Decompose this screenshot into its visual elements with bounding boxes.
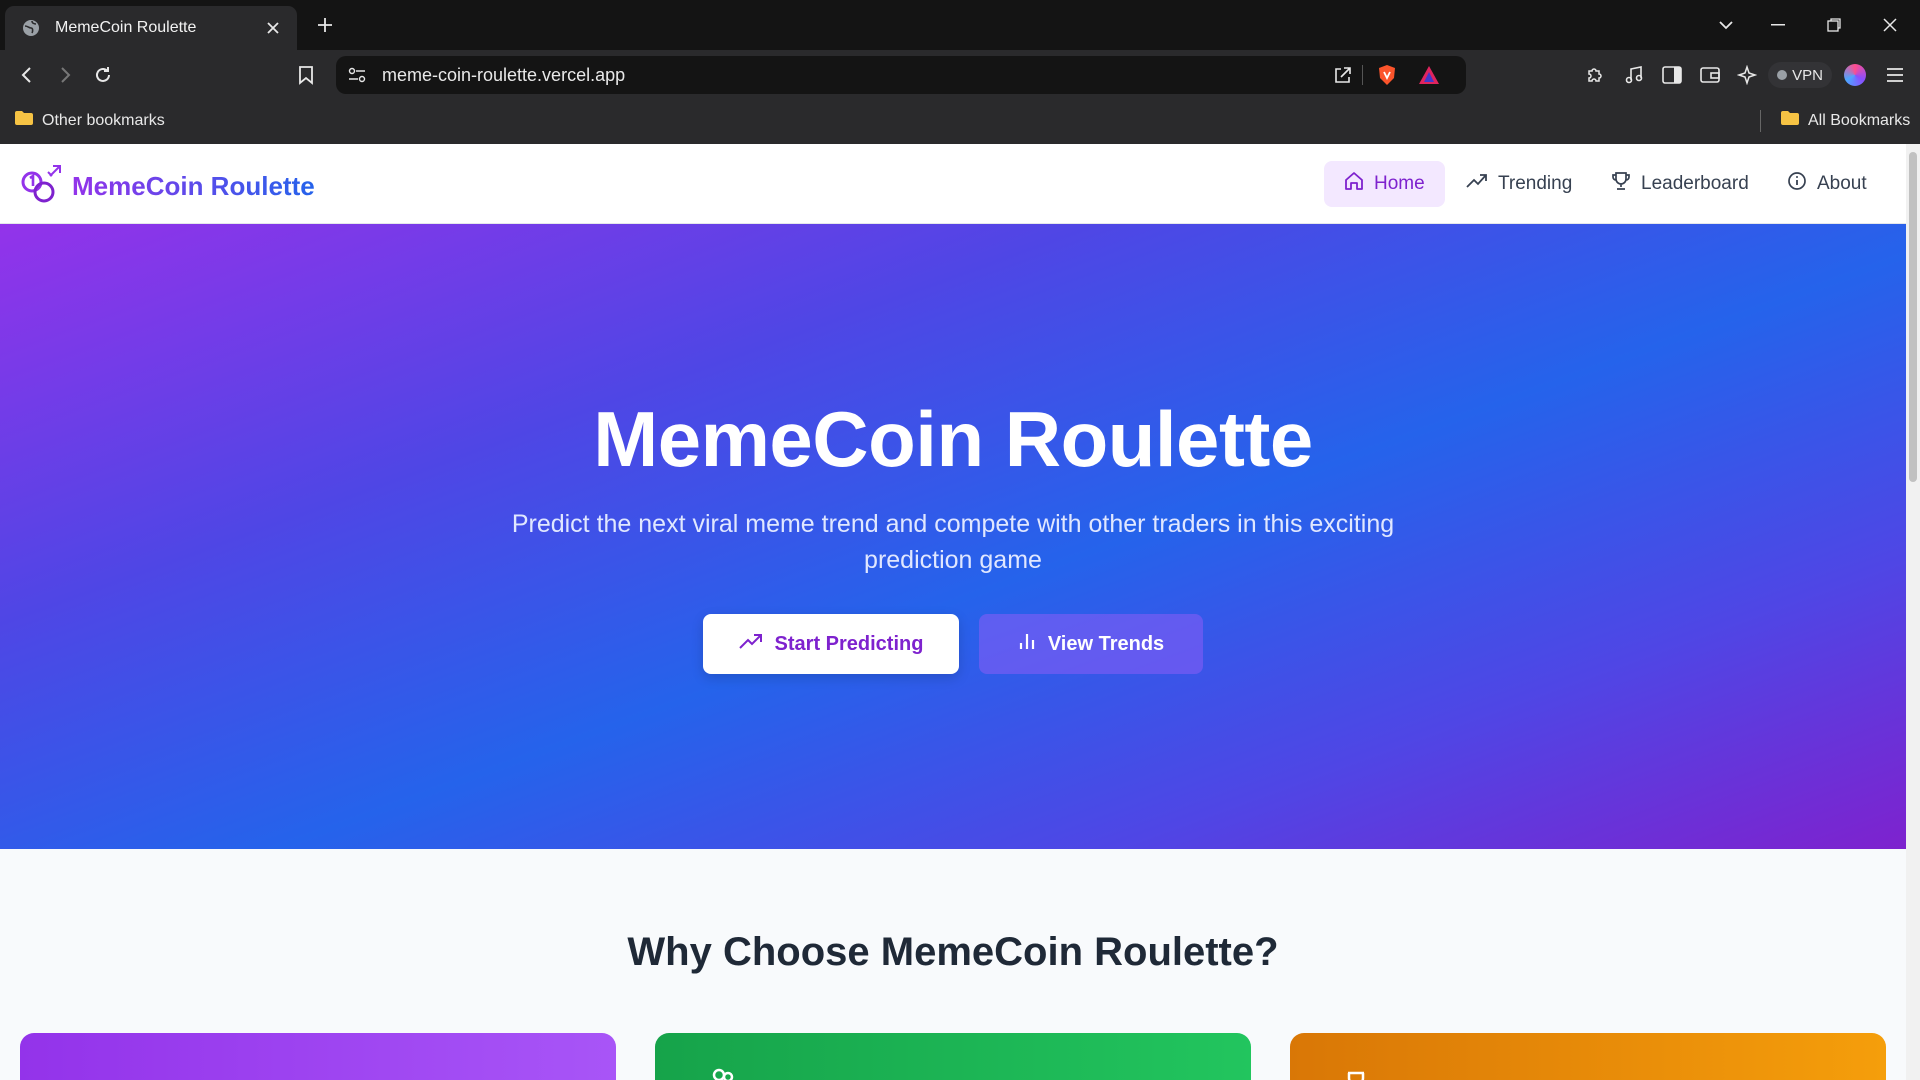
restore-icon[interactable] [1814, 10, 1854, 40]
close-window-icon[interactable] [1870, 10, 1910, 40]
wallet-icon[interactable] [1695, 60, 1725, 90]
browser-tab-strip: MemeCoin Roulette [0, 0, 1920, 50]
start-predicting-label: Start Predicting [774, 632, 924, 655]
sidebar-icon[interactable] [1657, 60, 1687, 90]
users-icon [705, 1063, 737, 1080]
vpn-label: VPN [1792, 66, 1823, 84]
nav-home[interactable]: Home [1324, 161, 1445, 207]
info-icon [1787, 171, 1807, 197]
all-bookmarks-label: All Bookmarks [1808, 111, 1911, 129]
site-settings-icon[interactable] [346, 64, 368, 86]
tab-title: MemeCoin Roulette [55, 19, 197, 36]
trophy-icon [1340, 1063, 1372, 1080]
start-predicting-button[interactable]: Start Predicting [703, 614, 959, 674]
browser-tab[interactable]: MemeCoin Roulette [5, 6, 297, 50]
brave-shields-icon[interactable] [1374, 62, 1400, 88]
nav-trending[interactable]: Trending [1446, 161, 1592, 207]
nav-home-label: Home [1374, 173, 1425, 194]
page-viewport: MemeCoin Roulette Home Trending Leaderbo… [0, 144, 1920, 1080]
nav-trending-label: Trending [1498, 173, 1573, 194]
vpn-status-icon [1777, 70, 1788, 80]
folder-icon [1780, 110, 1800, 131]
scrollbar-thumb[interactable] [1909, 152, 1917, 482]
trending-up-icon [738, 633, 763, 656]
url-text[interactable]: meme-coin-roulette.vercel.app [382, 65, 625, 86]
features-section-title: Why Choose MemeCoin Roulette? [627, 930, 1279, 974]
view-trends-button[interactable]: View Trends [979, 614, 1203, 674]
forward-arrow-icon[interactable] [50, 60, 80, 90]
nav-leaderboard-label: Leaderboard [1641, 173, 1749, 194]
nav-about[interactable]: About [1767, 161, 1887, 207]
hero-section: MemeCoin Roulette Predict the next viral… [0, 224, 1906, 849]
address-bar-divider [1362, 65, 1363, 85]
brand-logo-link[interactable]: MemeCoin Roulette [20, 162, 315, 211]
bookmarks-separator [1760, 110, 1761, 132]
feature-card-orange [1290, 1033, 1886, 1080]
bookmark-icon[interactable] [291, 60, 321, 90]
bar-chart-icon [1018, 631, 1036, 657]
feature-card-purple [20, 1033, 616, 1080]
trending-up-icon [1466, 173, 1488, 195]
media-music-icon[interactable] [1619, 60, 1649, 90]
coins-rocket-icon [20, 162, 64, 211]
hero-subtitle: Predict the next viral meme trend and co… [511, 510, 1395, 574]
reload-icon[interactable] [88, 60, 118, 90]
minimize-icon[interactable] [1758, 10, 1798, 40]
view-trends-label: View Trends [1047, 632, 1165, 655]
other-bookmarks-label: Other bookmarks [42, 111, 165, 129]
share-icon[interactable] [1330, 62, 1356, 88]
profile-avatar[interactable] [1844, 64, 1866, 86]
hero-title: MemeCoin Roulette [593, 395, 1313, 483]
vpn-button[interactable]: VPN [1768, 62, 1832, 88]
site-navbar: MemeCoin Roulette Home Trending Leaderbo… [0, 144, 1906, 224]
close-tab-icon[interactable] [261, 16, 285, 40]
nav-leaderboard[interactable]: Leaderboard [1591, 161, 1769, 207]
new-tab-button[interactable] [312, 12, 338, 38]
other-bookmarks-folder[interactable]: Other bookmarks [14, 110, 165, 131]
home-icon [1344, 171, 1364, 197]
bookmarks-bar: Other bookmarks All Bookmarks [0, 100, 1920, 144]
brand-name: MemeCoin Roulette [72, 171, 315, 201]
page-scrollbar[interactable] [1906, 144, 1920, 1080]
brave-rewards-icon[interactable] [1416, 62, 1442, 88]
address-bar[interactable]: meme-coin-roulette.vercel.app [336, 56, 1466, 94]
trophy-icon [1611, 171, 1631, 197]
folder-icon [14, 110, 34, 131]
nav-about-label: About [1817, 173, 1867, 194]
leo-ai-icon[interactable] [1732, 60, 1762, 90]
globe-icon [21, 18, 41, 38]
back-arrow-icon[interactable] [12, 60, 42, 90]
feature-card-green [655, 1033, 1251, 1080]
extensions-icon[interactable] [1580, 60, 1610, 90]
feature-icon [70, 1063, 102, 1080]
tab-search-chevron-icon[interactable] [1706, 10, 1746, 40]
menu-icon[interactable] [1880, 60, 1910, 90]
all-bookmarks-folder[interactable]: All Bookmarks [1780, 110, 1910, 131]
